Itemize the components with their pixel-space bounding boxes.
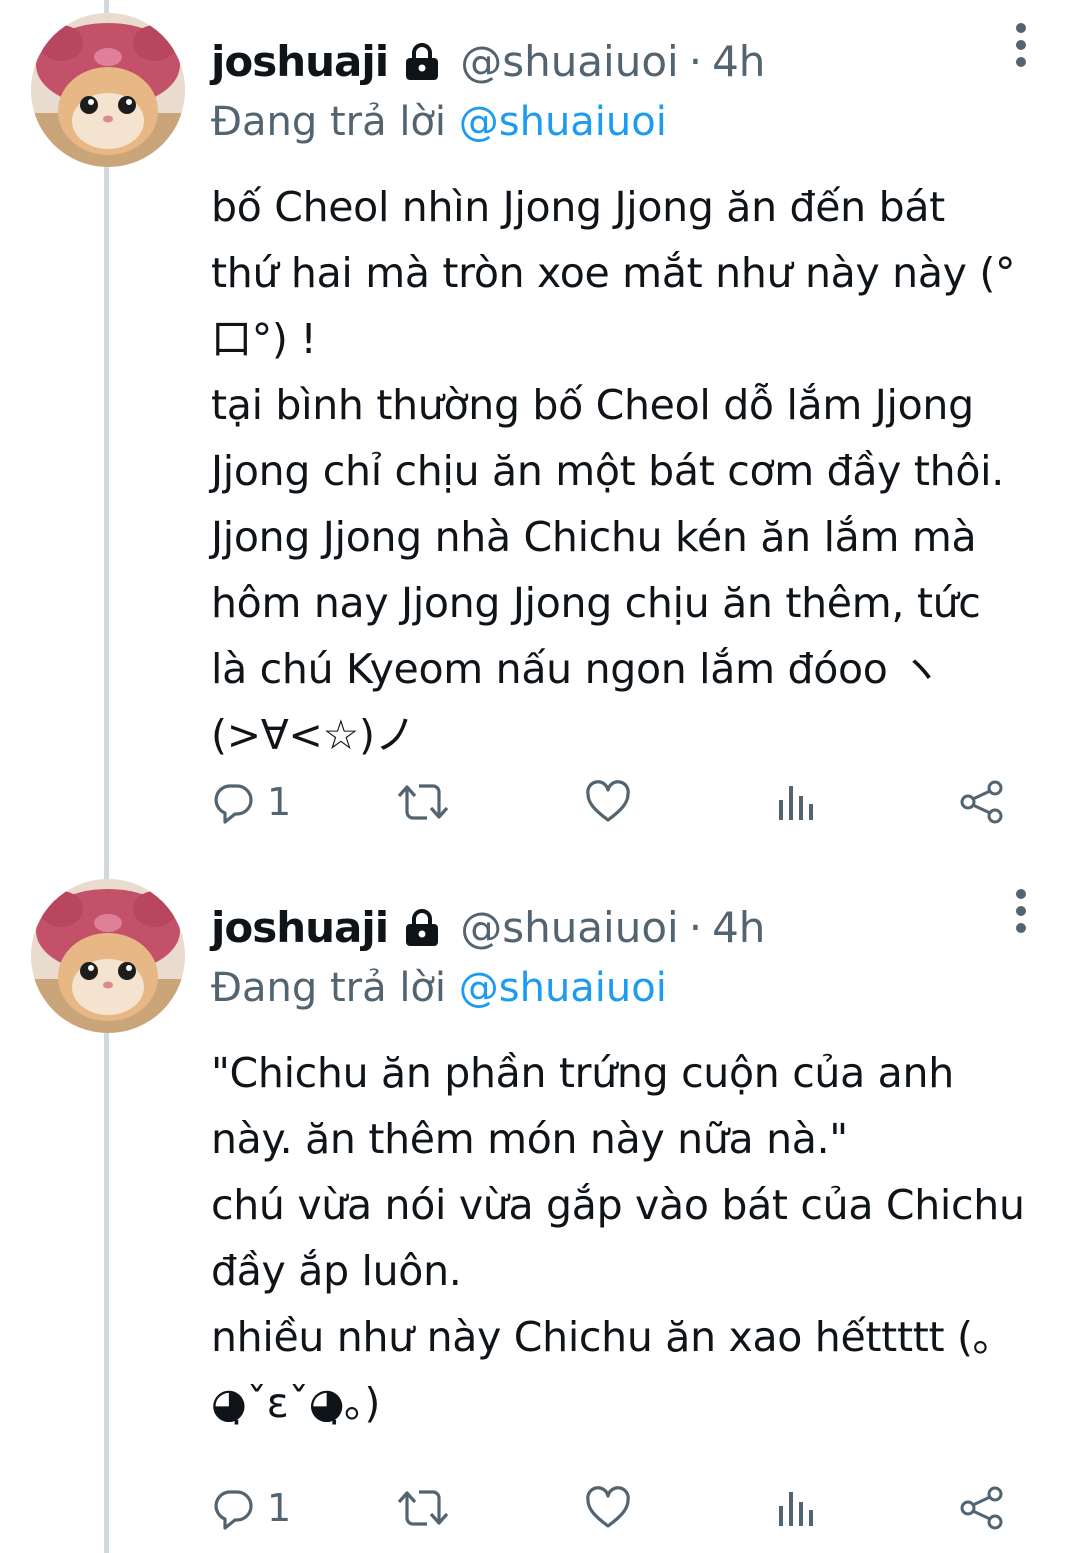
separator-dot: ·: [688, 37, 703, 86]
share-button[interactable]: [959, 772, 1005, 832]
tweet-actions: 1: [211, 772, 1011, 832]
timestamp[interactable]: 4h: [712, 32, 765, 92]
reply-count: 1: [267, 1486, 292, 1530]
like-button[interactable]: [585, 772, 631, 832]
reply-mention-link[interactable]: @shuaiuoi: [459, 99, 667, 145]
avatar[interactable]: [31, 13, 185, 167]
share-icon: [960, 1486, 1003, 1530]
avatar-cat-image: [31, 13, 185, 167]
tweet-actions: 1: [211, 1478, 1011, 1538]
separator-dot: ·: [688, 903, 703, 952]
replying-to: Đang trả lời @shuaiuoi: [211, 960, 667, 1016]
analytics-icon: [779, 1492, 813, 1526]
heart-icon: [586, 1486, 630, 1528]
views-button[interactable]: [775, 1478, 815, 1538]
reply-icon: [214, 1490, 253, 1530]
tweet-text: "Chichu ăn phần trứng cuộn của anh này. …: [211, 1049, 1025, 1427]
lock-icon: [406, 909, 439, 946]
retweet-icon: [397, 1490, 449, 1526]
share-button[interactable]: [959, 1478, 1005, 1538]
more-vertical-icon[interactable]: [1014, 888, 1028, 934]
retweet-icon: [397, 784, 449, 820]
avatar-cat-image: [31, 879, 185, 1033]
timestamp[interactable]: 4h: [712, 898, 765, 958]
reply-button[interactable]: 1: [211, 1478, 291, 1538]
replying-to: Đang trả lời @shuaiuoi: [211, 94, 667, 150]
handle[interactable]: @shuaiuoi: [460, 898, 679, 958]
reply-prefix: Đang trả lời: [211, 99, 447, 145]
tweet-header: joshuaji @shuaiuoi · 4h: [211, 32, 765, 92]
views-button[interactable]: [775, 772, 815, 832]
lock-icon: [406, 43, 439, 80]
like-button[interactable]: [585, 1478, 631, 1538]
thread-connector-line: [104, 0, 109, 1553]
display-name[interactable]: joshuaji: [211, 898, 389, 958]
retweet-button[interactable]: [397, 772, 449, 832]
avatar[interactable]: [31, 879, 185, 1033]
display-name[interactable]: joshuaji: [211, 32, 389, 92]
reply-button[interactable]: 1: [211, 772, 291, 832]
more-vertical-icon[interactable]: [1014, 22, 1028, 68]
heart-icon: [586, 780, 630, 822]
reply-mention-link[interactable]: @shuaiuoi: [459, 965, 667, 1011]
tweet-text: bố Cheol nhìn Jjong Jjong ăn đến bát thứ…: [211, 183, 1016, 759]
tweet-header: joshuaji @shuaiuoi · 4h: [211, 898, 765, 958]
reply-count: 1: [267, 780, 292, 824]
analytics-icon: [779, 786, 813, 820]
retweet-button[interactable]: [397, 1478, 449, 1538]
share-icon: [960, 780, 1003, 824]
reply-icon: [214, 784, 253, 824]
reply-prefix: Đang trả lời: [211, 965, 447, 1011]
handle[interactable]: @shuaiuoi: [460, 32, 679, 92]
